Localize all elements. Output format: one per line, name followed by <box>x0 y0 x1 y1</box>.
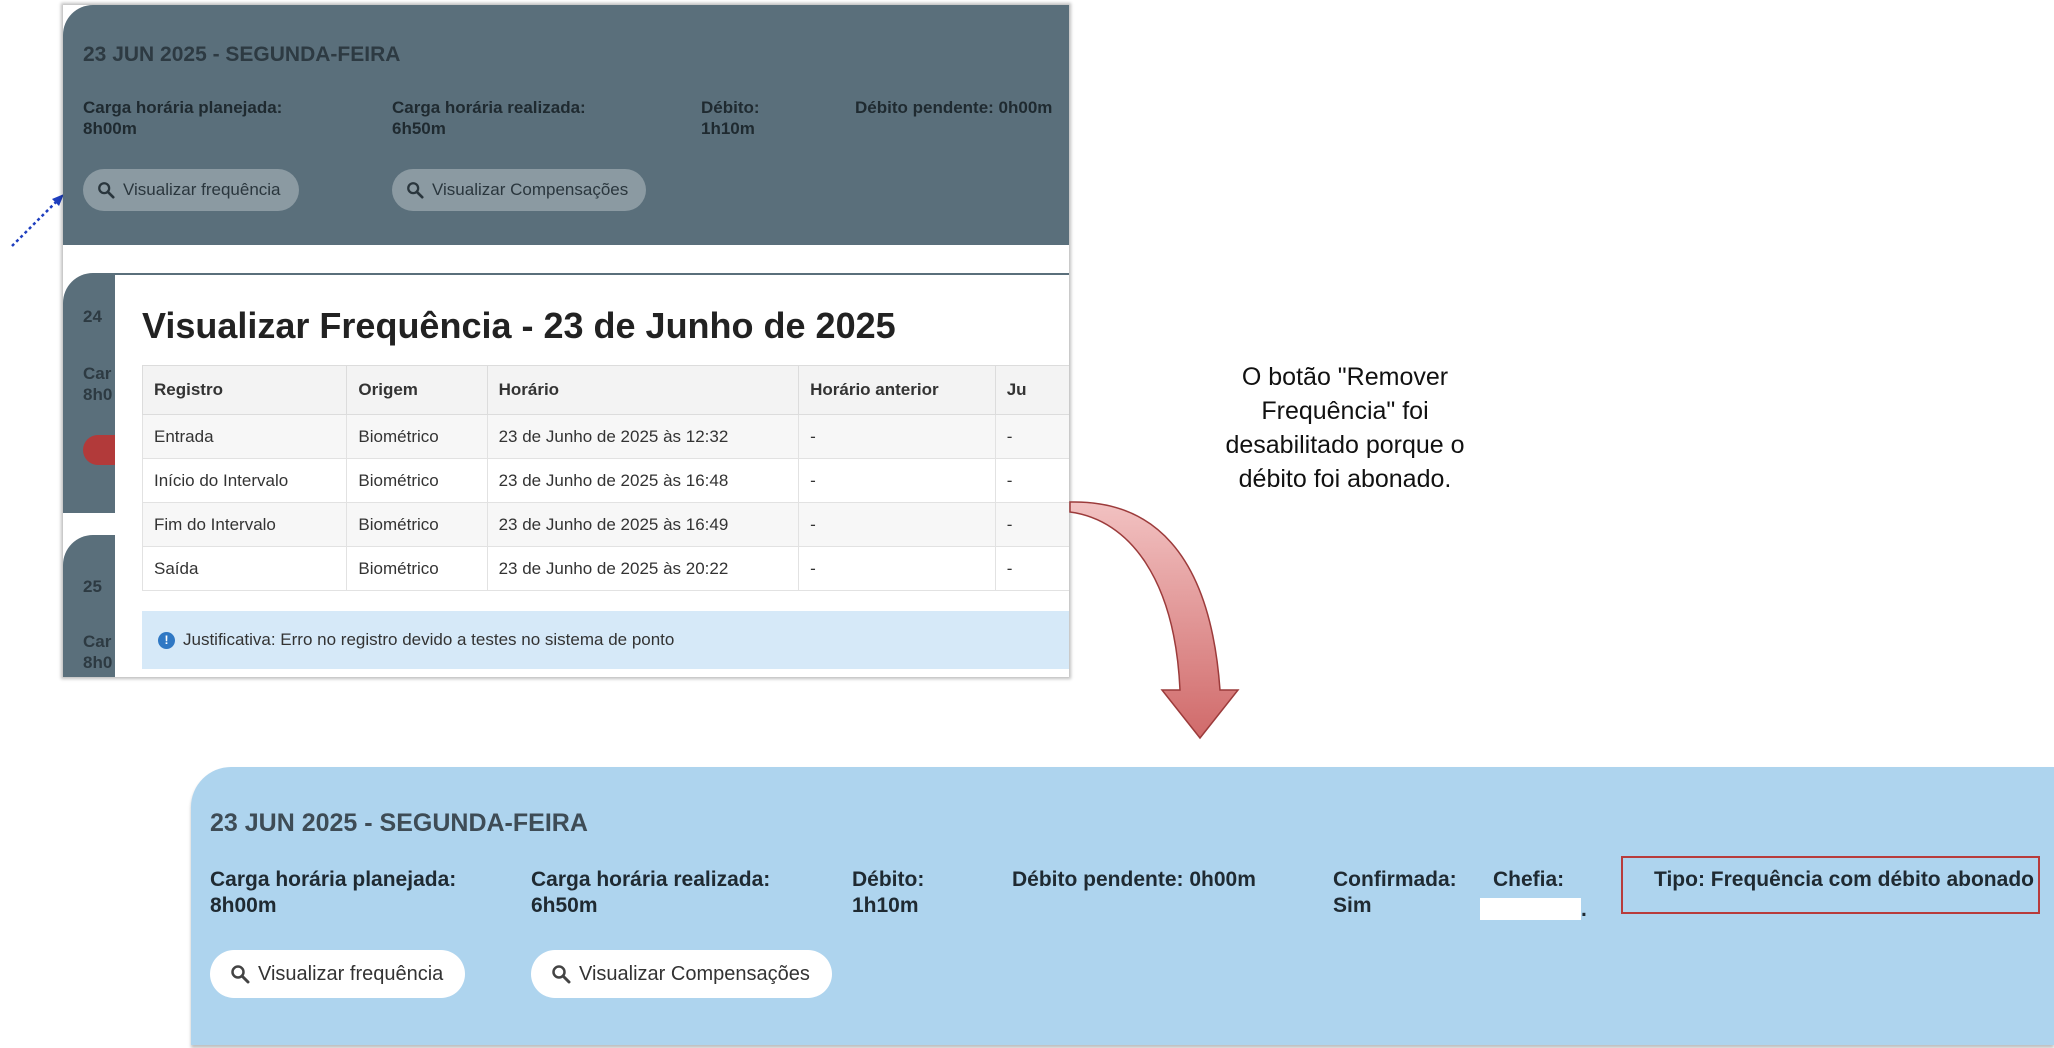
realized-hours: Carga horária realizada: 6h50m <box>531 868 771 917</box>
table-cell: - <box>994 414 1069 459</box>
column-header: Horário <box>486 365 800 415</box>
view-compensations-button[interactable]: Visualizar Compensações <box>392 169 647 211</box>
day-card-title: 23 JUN 2025 - SEGUNDA-FEIRA <box>210 809 588 837</box>
table-cell: Entrada <box>141 414 348 459</box>
table-cell: Biométrico <box>346 546 488 591</box>
column-header: Registro <box>141 365 348 415</box>
tipo-label: Tipo: Frequência com débito abonado <box>1654 868 2034 891</box>
chefia-redacted-value <box>1480 898 1581 920</box>
table-row: Saída Biométrico 23 de Junho de 2025 às … <box>141 546 1069 591</box>
chefia-suffix: . <box>1581 898 1587 921</box>
top-screenshot: 23 JUN 2025 - SEGUNDA-FEIRA Carga horári… <box>63 5 1069 677</box>
chefia: Chefia: <box>1493 868 1565 891</box>
realized-hours: Carga horária realizada: 6h50m <box>392 98 586 138</box>
modal-title: Visualizar Frequência - 23 de Junho de 2… <box>142 305 896 346</box>
day-card-23: 23 JUN 2025 - SEGUNDA-FEIRA Carga horári… <box>63 5 1069 245</box>
bottom-screenshot: 23 JUN 2025 - SEGUNDA-FEIRA Carga horári… <box>191 767 2054 1045</box>
trash-icon[interactable] <box>83 435 119 465</box>
search-icon <box>407 182 424 199</box>
planned-hours: Carga horária planejada: 8h00m <box>210 868 457 917</box>
table-cell: Biométrico <box>346 502 488 547</box>
day-card-title: 23 JUN 2025 - SEGUNDA-FEIRA <box>83 43 401 66</box>
search-icon <box>231 965 250 984</box>
column-header: Origem <box>346 365 488 415</box>
justification-text: Justificativa: Erro no registro devido a… <box>183 630 675 649</box>
table-cell: - <box>798 546 996 591</box>
table-cell: Biométrico <box>346 414 488 459</box>
view-frequency-button[interactable]: Visualizar frequência <box>210 950 466 998</box>
table-row: Início do Intervalo Biométrico 23 de Jun… <box>141 458 1069 503</box>
table-cell: - <box>798 502 996 547</box>
column-header: Horário anterior <box>798 365 996 415</box>
dotted-pointer-arrow <box>11 194 64 247</box>
table-cell: - <box>994 546 1069 591</box>
pending-debit: Débito pendente: 0h00m <box>855 98 1053 117</box>
table-cell: Saída <box>141 546 348 591</box>
confirmed: Confirmada: Sim <box>1333 868 1457 917</box>
table-cell: 23 de Junho de 2025 às 16:48 <box>486 458 800 503</box>
debit: Débito: 1h10m <box>701 98 760 138</box>
annotation-text: O botão "Remover Frequência" foi desabil… <box>1225 363 1465 493</box>
table-cell: - <box>994 502 1069 547</box>
info-icon: ! <box>158 631 175 649</box>
table-cell: Início do Intervalo <box>141 458 348 503</box>
pending-debit: Débito pendente: 0h00m <box>1012 868 1256 891</box>
table-row: Entrada Biométrico 23 de Junho de 2025 à… <box>141 414 1069 459</box>
column-header: Ju <box>994 365 1069 415</box>
table-cell: 23 de Junho de 2025 às 20:22 <box>486 546 800 591</box>
table-cell: Fim do Intervalo <box>141 502 348 547</box>
planned-hours: Carga horária planejada: 8h00m <box>83 98 283 138</box>
view-compensations-button[interactable]: Visualizar Compensações <box>531 950 832 998</box>
table-cell: 23 de Junho de 2025 às 12:32 <box>486 414 800 459</box>
search-icon <box>552 965 571 984</box>
search-icon <box>98 182 115 199</box>
table-row: Fim do Intervalo Biométrico 23 de Junho … <box>141 502 1069 547</box>
table-cell: - <box>798 458 996 503</box>
table-cell: - <box>798 414 996 459</box>
view-frequency-button[interactable]: Visualizar frequência <box>83 169 299 211</box>
table-cell: 23 de Junho de 2025 às 16:49 <box>486 502 800 547</box>
curved-arrow <box>1069 501 1240 740</box>
justification-alert: ! Justificativa: Erro no registro devido… <box>142 611 1069 669</box>
table-header-row: Registro Origem Horário Horário anterior… <box>141 365 1069 415</box>
debit: Débito: 1h10m <box>852 868 925 917</box>
frequency-modal: Visualizar Frequência - 23 de Junho de 2… <box>115 275 1069 677</box>
frequency-table: Registro Origem Horário Horário anterior… <box>141 365 1069 591</box>
table-cell: Biométrico <box>346 458 488 503</box>
table-cell: - <box>994 458 1069 503</box>
